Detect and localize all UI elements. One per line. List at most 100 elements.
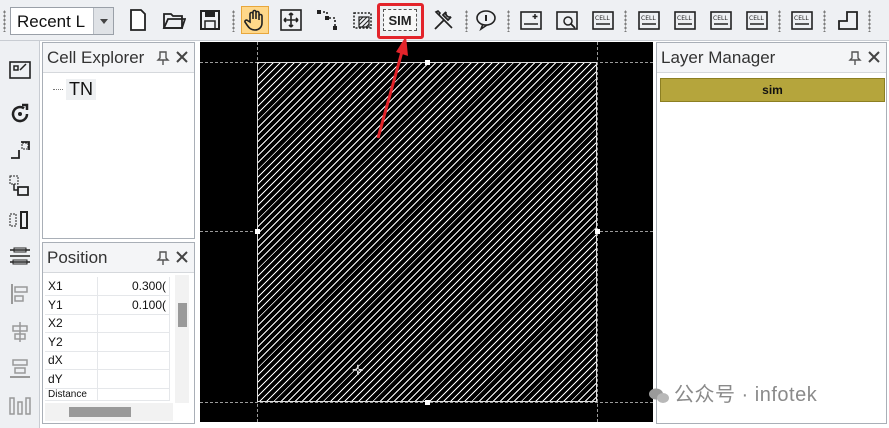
row-value[interactable] (97, 369, 170, 389)
close-icon[interactable] (174, 249, 190, 265)
row-label: dY (45, 369, 98, 389)
row-value[interactable] (97, 388, 170, 401)
cell-icon: CELL (710, 11, 732, 30)
table-row: X2 (45, 314, 170, 333)
distribute-vertical-button[interactable] (7, 393, 33, 419)
selection-handle[interactable] (425, 400, 430, 405)
watermark-text: 公众号 · infotek (674, 384, 818, 406)
cell-icon: CELL (674, 11, 696, 30)
align-middle-icon (12, 322, 28, 342)
row-value[interactable]: 0.100( (97, 295, 170, 315)
step-tool-button[interactable] (834, 6, 862, 34)
tools-button[interactable] (430, 6, 458, 34)
table-row: X1 0.300( (45, 277, 170, 296)
row-value[interactable] (97, 351, 170, 370)
align-left-button[interactable] (7, 207, 33, 233)
open-folder-button[interactable] (160, 6, 188, 34)
toolbar-grip[interactable] (3, 10, 6, 32)
align-bottom-button[interactable] (7, 355, 33, 381)
close-icon[interactable] (174, 49, 190, 65)
cell-tool-button-3[interactable]: CELL (589, 6, 617, 34)
row-value[interactable] (97, 332, 170, 352)
new-file-button[interactable] (124, 6, 152, 34)
flip-icon (11, 141, 30, 159)
scrollbar-thumb[interactable] (178, 303, 187, 327)
layer-manager-panel: Layer Manager sim (656, 42, 887, 424)
step-icon (838, 11, 858, 30)
path-select-icon (317, 10, 337, 30)
distribute-button[interactable] (7, 281, 33, 307)
save-icon (200, 10, 220, 30)
cell-icon: CELL (638, 11, 660, 30)
layout-canvas[interactable]: ✛ (200, 42, 653, 422)
toolbar-separator (507, 10, 510, 32)
table-row: dX (45, 351, 170, 370)
align-middle-button[interactable] (7, 319, 33, 345)
svg-text:CELL: CELL (749, 15, 764, 22)
select-path-button[interactable] (313, 6, 341, 34)
horizontal-scrollbar[interactable] (45, 403, 173, 421)
folder-icon (162, 13, 186, 29)
align-bottom-icon (10, 359, 30, 378)
cell-tool-button-7[interactable]: CELL (743, 6, 771, 34)
toolbar-separator (823, 10, 826, 32)
svg-text:CELL: CELL (794, 15, 809, 22)
cell-explorer-panel: Cell Explorer TN (42, 42, 195, 239)
move-tool-button[interactable] (277, 6, 305, 34)
layer-item-sim[interactable]: sim (660, 78, 885, 102)
cell-tool-button-1[interactable] (517, 6, 545, 34)
cell-icon: CELL (746, 11, 768, 30)
cell-tool-button-4[interactable]: CELL (635, 6, 663, 34)
table-row: Y1 0.100( (45, 295, 170, 315)
vertical-scrollbar[interactable] (175, 275, 189, 403)
pan-tool-button[interactable] (241, 6, 269, 34)
toolbar-separator (465, 10, 468, 32)
row-label: Y2 (45, 332, 98, 352)
chevron-down-icon[interactable] (93, 8, 113, 34)
cell-tool-button-6[interactable]: CELL (707, 6, 735, 34)
row-label: X1 (45, 277, 98, 296)
row-value[interactable] (97, 314, 170, 333)
svg-text:CELL: CELL (713, 15, 728, 22)
recent-files-dropdown[interactable]: Recent L (10, 7, 114, 35)
layer-manager-titlebar: Layer Manager (657, 43, 886, 73)
cell-icon: CELL (592, 11, 614, 30)
row-label: Distance (45, 388, 98, 401)
pin-icon[interactable] (848, 51, 862, 65)
align-center-button[interactable] (7, 243, 33, 269)
toolbar-separator (624, 10, 627, 32)
tree-connector (53, 88, 63, 90)
position-title: Position (47, 248, 108, 267)
selection-handle[interactable] (425, 60, 430, 65)
copy-shape-button[interactable] (7, 173, 33, 199)
selection-handle[interactable] (595, 229, 600, 234)
cell-tool-button-2[interactable] (553, 6, 581, 34)
distribute-icon (11, 284, 28, 304)
cell-tool-button-5[interactable]: CELL (671, 6, 699, 34)
row-label: X2 (45, 314, 98, 333)
pin-icon[interactable] (156, 251, 170, 265)
scrollbar-thumb[interactable] (69, 407, 131, 417)
save-button[interactable] (196, 6, 224, 34)
position-titlebar: Position (43, 243, 194, 273)
selection-handle[interactable] (255, 229, 260, 234)
table-row: dY (45, 369, 170, 389)
svg-text:CELL: CELL (641, 15, 656, 22)
tree-item-tn[interactable]: TN (53, 77, 96, 101)
cell-tool-button-8[interactable]: CELL (788, 6, 816, 34)
row-label: dX (45, 351, 98, 370)
new-file-icon (130, 9, 146, 31)
cell-properties-button[interactable] (7, 55, 33, 81)
rotate-button[interactable] (7, 101, 33, 127)
copy-shape-icon (9, 175, 29, 196)
cell-explorer-titlebar: Cell Explorer (43, 43, 194, 73)
mirror-button[interactable] (7, 137, 33, 163)
cell-add-icon (520, 11, 542, 30)
row-value[interactable]: 0.300( (97, 277, 170, 296)
info-button[interactable] (472, 6, 500, 34)
close-icon[interactable] (866, 49, 882, 65)
sim-layer-shape[interactable] (257, 62, 597, 402)
cell-explorer-title: Cell Explorer (47, 48, 145, 67)
pin-icon[interactable] (156, 51, 170, 65)
align-icon (9, 211, 28, 229)
